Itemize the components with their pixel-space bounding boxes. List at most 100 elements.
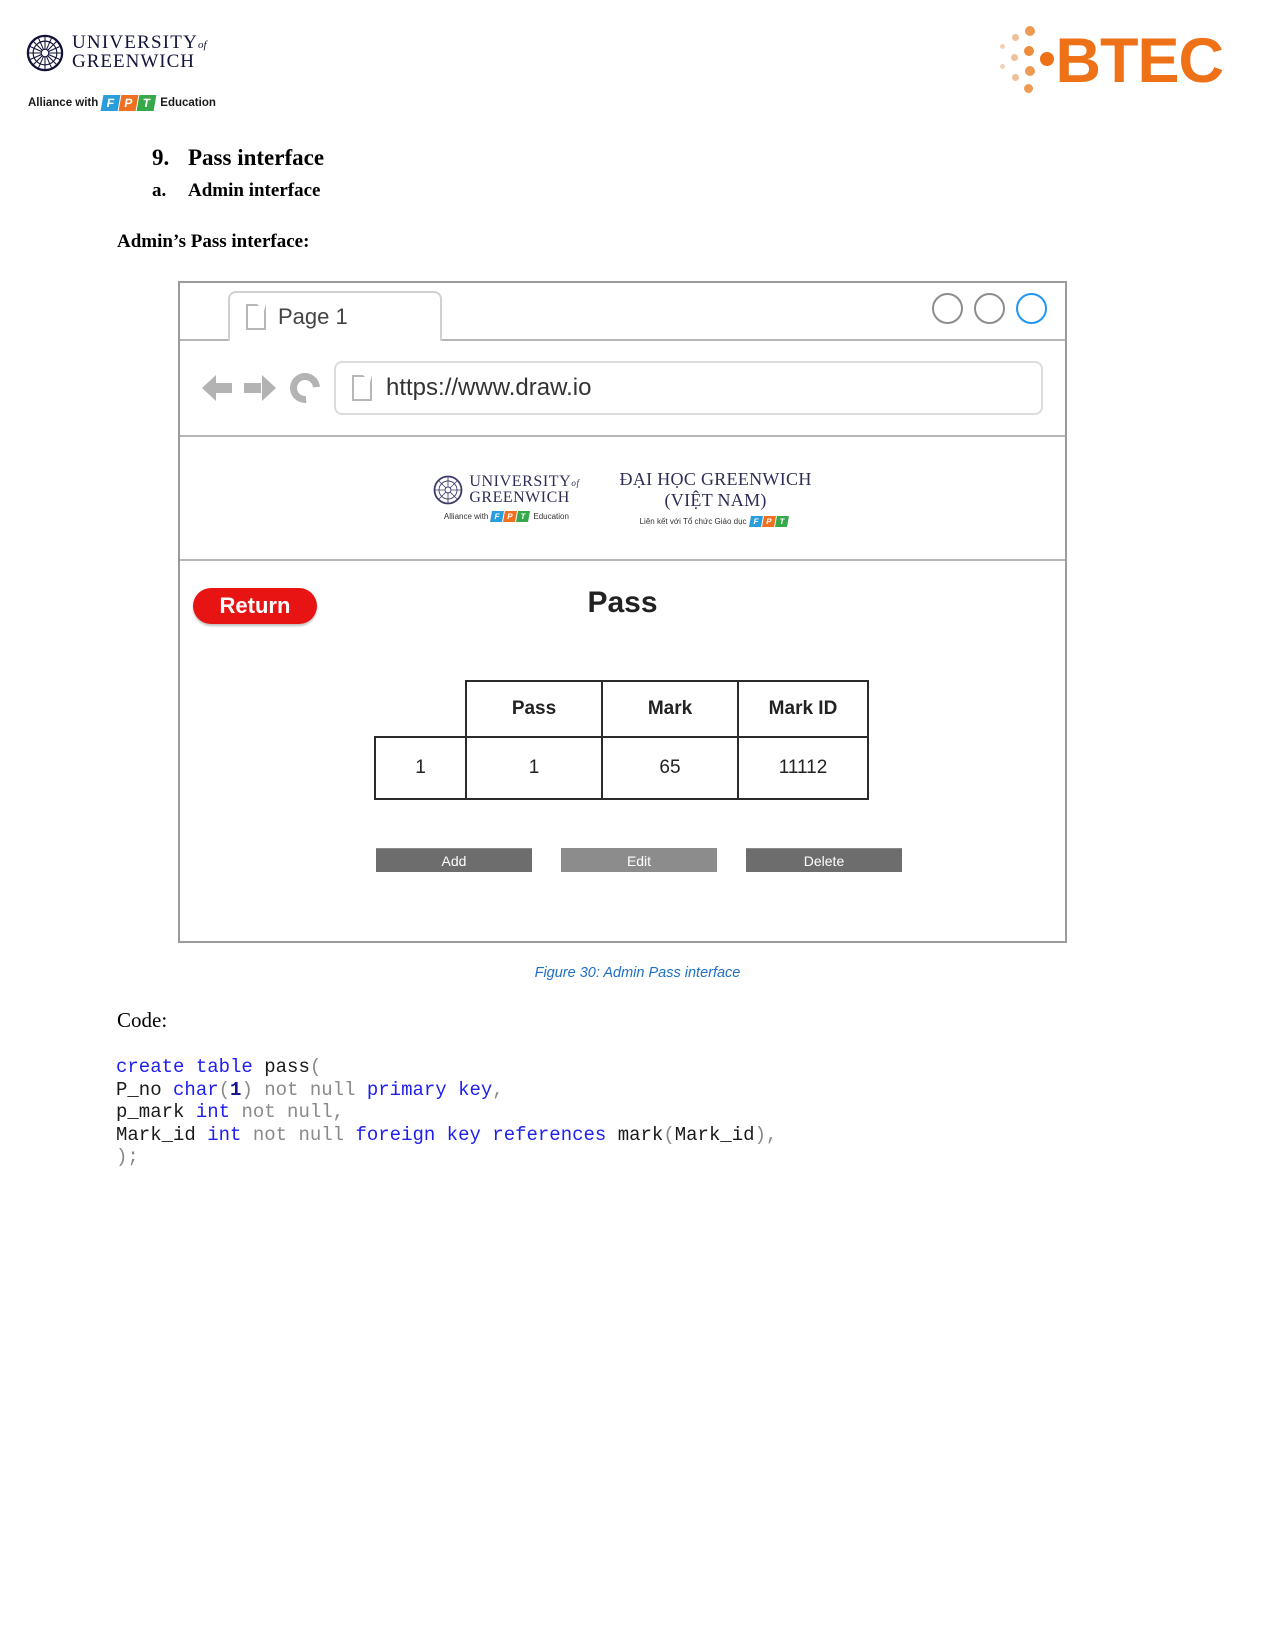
compass-rose-icon bbox=[433, 475, 463, 505]
code-token: ); bbox=[116, 1146, 139, 1168]
fpt-t: T bbox=[136, 95, 157, 111]
maximize-circle-icon[interactable] bbox=[974, 293, 1005, 324]
vietnam-line1: ĐẠI HỌC GREENWICH bbox=[619, 469, 812, 489]
code-token: pass bbox=[264, 1056, 310, 1078]
code-token: ( bbox=[663, 1123, 675, 1146]
table-header-mark: Mark bbox=[601, 680, 739, 738]
code-token: ) bbox=[241, 1078, 265, 1101]
fpt-logo-icon: FPT bbox=[490, 511, 531, 522]
btec-logo: BTEC bbox=[999, 25, 1224, 96]
document-icon bbox=[246, 304, 266, 330]
compass-rose-icon bbox=[26, 34, 64, 72]
minimize-circle-icon[interactable] bbox=[932, 293, 963, 324]
reload-icon[interactable] bbox=[283, 366, 327, 410]
app-university-line1: UNIVERSITY bbox=[469, 473, 572, 490]
back-arrow-icon[interactable] bbox=[202, 375, 234, 401]
vietnam-sub-text: Liên kết với Tổ chức Giáo dục bbox=[639, 517, 747, 526]
url-text: https://www.draw.io bbox=[386, 374, 592, 401]
edit-button[interactable]: Edit bbox=[561, 848, 717, 872]
code-token: Mark_id bbox=[674, 1123, 755, 1146]
fpt-f: F bbox=[100, 95, 121, 111]
add-button[interactable]: Add bbox=[376, 848, 532, 872]
university-of: of bbox=[198, 39, 207, 52]
forward-arrow-icon[interactable] bbox=[244, 375, 276, 401]
code-token: ( bbox=[309, 1056, 322, 1078]
app-alliance-prefix: Alliance with bbox=[443, 512, 489, 521]
code-token: , bbox=[492, 1078, 504, 1101]
university-logo: UNIVERSITYof GREENWICH bbox=[26, 33, 207, 72]
table-row[interactable]: 1 1 65 11112 bbox=[374, 736, 869, 800]
section-number: 9. bbox=[152, 145, 170, 170]
fpt-logo-icon: FPT bbox=[748, 516, 789, 527]
page-title: Pass bbox=[587, 586, 658, 619]
vietnam-sub-lockup: Liên kết với Tổ chức Giáo dục FPT bbox=[620, 516, 812, 527]
section-title: Pass interface bbox=[188, 145, 325, 170]
pass-table: Pass Mark Mark ID 1 1 65 11112 bbox=[374, 680, 869, 800]
window-controls bbox=[932, 293, 1047, 324]
code-token: int bbox=[195, 1101, 231, 1123]
page-header: UNIVERSITYof GREENWICH Alliance with FPT… bbox=[0, 0, 1275, 130]
browser-tab-label: Page 1 bbox=[278, 304, 348, 329]
code-token: mark bbox=[606, 1123, 664, 1146]
app-alliance-lockup: Alliance with FPT Education bbox=[444, 511, 569, 522]
code-token: not null bbox=[241, 1123, 356, 1146]
fpt-p: P bbox=[761, 516, 776, 527]
subsection-title: Admin interface bbox=[188, 180, 321, 201]
btec-dots-icon bbox=[999, 26, 1060, 96]
app-vietnam-branding: ĐẠI HỌC GREENWICH (VIỆT NAM) Liên kết vớ… bbox=[620, 469, 812, 527]
lead-text: Admin’s Pass interface: bbox=[117, 231, 310, 252]
table-header-pass: Pass bbox=[465, 680, 603, 738]
code-line: Mark_id int not null foreign key referen… bbox=[116, 1124, 777, 1147]
browser-mockup: Page 1 https://www.draw.io UNIVERSITYof … bbox=[178, 281, 1067, 943]
cell-pass: 1 bbox=[465, 736, 603, 800]
code-line: P_no char(1) not null primary key, bbox=[116, 1079, 777, 1102]
alliance-fpt-lockup: Alliance with FPT Education bbox=[28, 95, 216, 111]
figure-caption: Figure 30: Admin Pass interface bbox=[534, 965, 741, 981]
section-heading: 9. Pass interface bbox=[152, 145, 324, 171]
code-label: Code: bbox=[117, 1008, 168, 1032]
code-token: foreign key references bbox=[355, 1123, 607, 1146]
code-token: not null, bbox=[230, 1101, 345, 1123]
cell-mark-id: 11112 bbox=[737, 736, 869, 800]
browser-tabbar: Page 1 bbox=[180, 283, 1065, 341]
delete-button[interactable]: Delete bbox=[746, 848, 902, 872]
code-token: Mark_id bbox=[116, 1123, 208, 1146]
fpt-t: T bbox=[516, 511, 531, 522]
vietnam-line2: (VIỆT NAM) bbox=[664, 490, 767, 510]
browser-tab-page-1[interactable]: Page 1 bbox=[228, 291, 442, 341]
code-line: create table pass( bbox=[116, 1056, 777, 1079]
navigation-arrows bbox=[202, 375, 276, 401]
app-university-of: of bbox=[571, 478, 580, 488]
close-circle-icon[interactable] bbox=[1016, 293, 1047, 324]
fpt-logo-icon: FPT bbox=[100, 95, 157, 111]
fpt-f: F bbox=[748, 516, 763, 527]
code-token: ), bbox=[754, 1123, 778, 1146]
page-icon bbox=[352, 375, 372, 401]
app-university-line2: GREENWICH bbox=[469, 489, 570, 506]
code-token: int bbox=[207, 1123, 242, 1146]
cell-mark: 65 bbox=[601, 736, 739, 800]
btec-wordmark: BTEC bbox=[1055, 25, 1224, 96]
cell-row-index: 1 bbox=[374, 736, 467, 800]
sql-code-block: create table pass(P_no char(1) not null … bbox=[116, 1056, 777, 1169]
subsection-marker: a. bbox=[152, 180, 167, 201]
app-brand-bar: UNIVERSITYof GREENWICH Alliance with FPT… bbox=[180, 437, 1065, 561]
table-header-blank bbox=[375, 681, 466, 737]
code-token: ( bbox=[218, 1078, 231, 1101]
code-token: P_no bbox=[116, 1078, 174, 1101]
browser-toolbar: https://www.draw.io bbox=[180, 341, 1065, 437]
code-line: ); bbox=[116, 1146, 777, 1169]
app-university-logo: UNIVERSITYof GREENWICH Alliance with FPT… bbox=[433, 474, 579, 522]
code-token: create table bbox=[116, 1056, 265, 1078]
fpt-t: T bbox=[774, 516, 789, 527]
url-input[interactable]: https://www.draw.io bbox=[334, 361, 1043, 415]
alliance-prefix: Alliance with bbox=[28, 97, 99, 109]
app-alliance-suffix: Education bbox=[533, 512, 569, 521]
table-header-row: Pass Mark Mark ID bbox=[375, 680, 869, 738]
code-token: primary key bbox=[366, 1078, 493, 1101]
table-header-mark-id: Mark ID bbox=[737, 680, 869, 738]
code-token: p_mark bbox=[116, 1101, 196, 1123]
fpt-p: P bbox=[118, 95, 139, 111]
app-content: Return Pass Pass Mark Mark ID 1 1 65 111… bbox=[180, 561, 1065, 939]
university-line2: GREENWICH bbox=[72, 51, 195, 72]
